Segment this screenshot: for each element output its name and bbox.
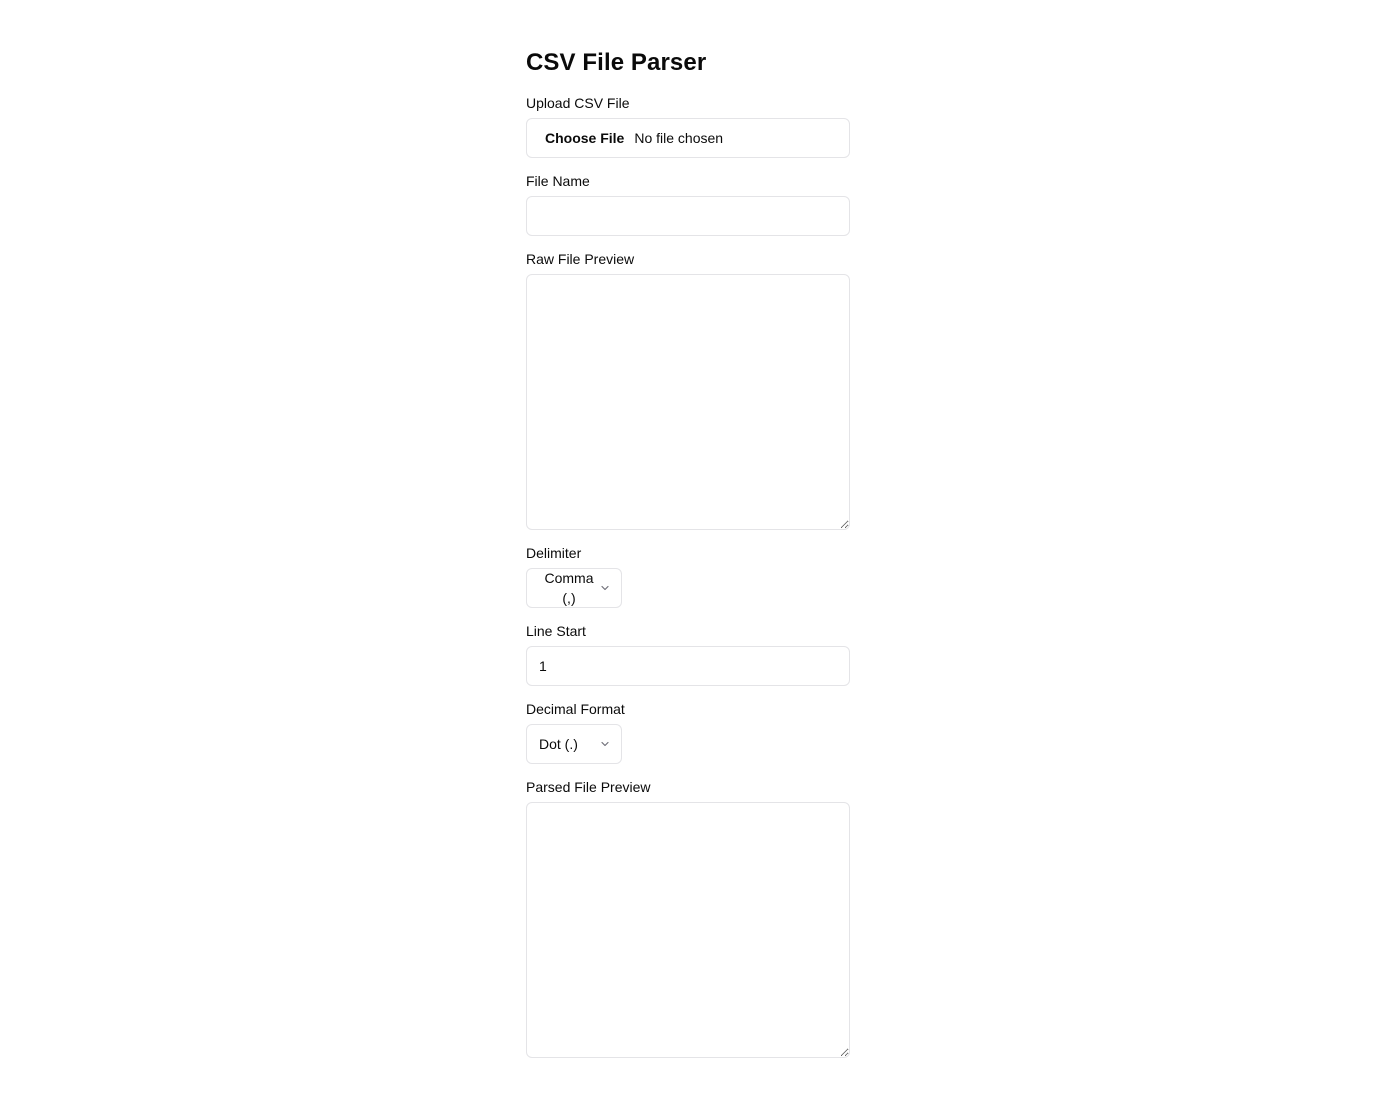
raw-preview-textarea[interactable]	[526, 274, 850, 530]
decimal-format-select[interactable]: Dot (.)	[526, 724, 622, 764]
choose-file-button[interactable]: Choose File	[545, 130, 624, 146]
delimiter-select[interactable]: Comma (,)	[526, 568, 622, 608]
parsed-preview-textarea[interactable]	[526, 802, 850, 1058]
parsed-preview-label: Parsed File Preview	[526, 779, 651, 795]
file-name-label: File Name	[526, 173, 590, 189]
delimiter-label: Delimiter	[526, 545, 582, 561]
line-start-input[interactable]	[526, 646, 850, 686]
file-upload-input[interactable]: Choose File No file chosen	[526, 118, 850, 158]
decimal-format-label: Decimal Format	[526, 701, 625, 717]
chevron-down-icon	[601, 585, 609, 591]
decimal-format-selected-value: Dot (.)	[539, 736, 578, 752]
line-start-label: Line Start	[526, 623, 586, 639]
chevron-down-icon	[601, 741, 609, 747]
upload-label: Upload CSV File	[526, 95, 630, 111]
delimiter-selected-value: Comma (,)	[544, 570, 594, 606]
file-name-input[interactable]	[526, 196, 850, 236]
page-title: CSV File Parser	[526, 49, 707, 76]
raw-preview-label: Raw File Preview	[526, 251, 635, 267]
file-status-text: No file chosen	[634, 130, 724, 146]
